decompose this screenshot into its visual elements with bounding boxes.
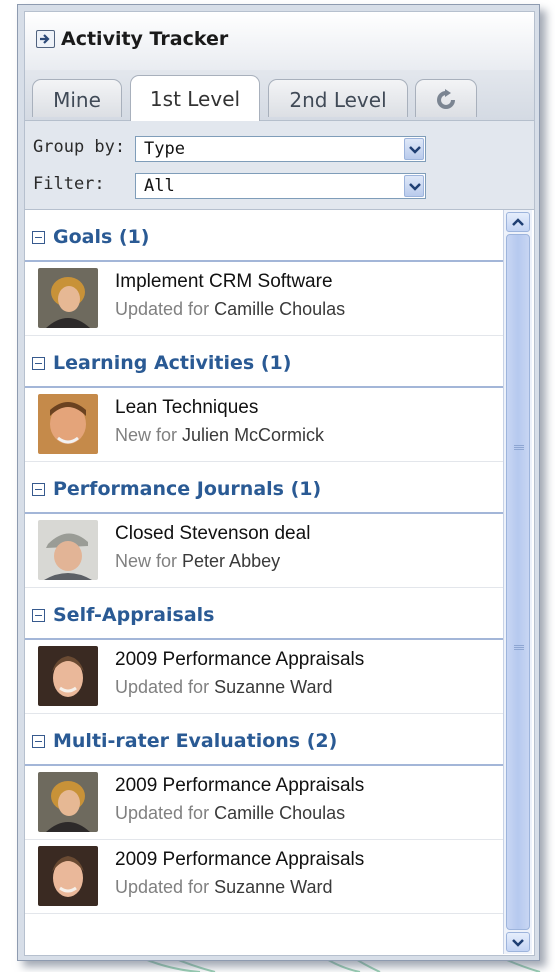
- grip-icon: [514, 445, 524, 454]
- item-subtitle: Updated for Camille Choulas: [115, 299, 346, 319]
- vertical-scrollbar[interactable]: [503, 210, 532, 954]
- item-title: Closed Stevenson deal: [115, 523, 311, 544]
- tab-bar: Mine 1st Level 2nd Level: [25, 70, 534, 121]
- collapse-icon[interactable]: [32, 357, 45, 370]
- group-by-select[interactable]: Type: [135, 136, 426, 162]
- activity-tracker-panel: Activity Tracker Mine 1st Level 2nd Leve…: [24, 11, 535, 956]
- filter-select[interactable]: All: [135, 173, 426, 199]
- list-item[interactable]: Lean Techniques New for Julien McCormick: [25, 388, 503, 462]
- item-title: Implement CRM Software: [115, 271, 333, 292]
- tab-1st-level[interactable]: 1st Level: [130, 75, 260, 121]
- panel-header: Activity Tracker: [25, 12, 534, 71]
- tab-mine[interactable]: Mine: [32, 79, 122, 117]
- group-title: Multi-rater Evaluations (2): [53, 730, 338, 752]
- avatar: [38, 394, 98, 454]
- scroll-up-button[interactable]: [506, 212, 530, 232]
- scroll-down-button[interactable]: [506, 932, 530, 952]
- list-item[interactable]: 2009 Performance Appraisals Updated for …: [25, 640, 503, 714]
- group-by-value: Type: [144, 139, 185, 159]
- group-header-performance-journals[interactable]: Performance Journals (1): [25, 462, 503, 514]
- group-title: Learning Activities (1): [53, 352, 292, 374]
- item-subtitle: Updated for Camille Choulas: [115, 803, 346, 823]
- avatar: [38, 268, 98, 328]
- list-item[interactable]: Implement CRM Software Updated for Camil…: [25, 262, 503, 336]
- list-item[interactable]: Closed Stevenson deal New for Peter Abbe…: [25, 514, 503, 588]
- item-subtitle: Updated for Suzanne Ward: [115, 677, 333, 697]
- collapse-icon[interactable]: [32, 735, 45, 748]
- list-item[interactable]: 2009 Performance Appraisals Updated for …: [25, 766, 503, 840]
- collapse-icon[interactable]: [32, 231, 45, 244]
- group-header-goals[interactable]: Goals (1): [25, 210, 503, 262]
- group-title: Performance Journals (1): [53, 478, 322, 500]
- group-header-learning-activities[interactable]: Learning Activities (1): [25, 336, 503, 388]
- item-title: Lean Techniques: [115, 397, 259, 418]
- filter-label: Filter:: [33, 174, 105, 194]
- avatar: [38, 646, 98, 706]
- group-title: Goals (1): [53, 226, 150, 248]
- avatar: [38, 846, 98, 906]
- chevron-down-icon: [512, 939, 524, 947]
- grip-icon: [514, 645, 524, 654]
- activity-tracker-window: Activity Tracker Mine 1st Level 2nd Leve…: [17, 4, 540, 961]
- tab-refresh[interactable]: [415, 79, 477, 117]
- group-header-multi-rater-evaluations[interactable]: Multi-rater Evaluations (2): [25, 714, 503, 766]
- avatar: [38, 772, 98, 832]
- activity-list: Goals (1) Implement CRM Software Updated…: [25, 210, 503, 955]
- group-title: Self-Appraisals: [53, 604, 215, 626]
- avatar: [38, 520, 98, 580]
- chevron-down-icon[interactable]: [404, 175, 424, 197]
- panel-title: Activity Tracker: [61, 28, 229, 50]
- tab-2nd-level[interactable]: 2nd Level: [268, 79, 408, 117]
- filter-controls: Group by: Type Filter: All: [25, 121, 534, 210]
- list-item[interactable]: 2009 Performance Appraisals Updated for …: [25, 840, 503, 914]
- item-title: 2009 Performance Appraisals: [115, 775, 365, 796]
- item-title: 2009 Performance Appraisals: [115, 649, 365, 670]
- item-subtitle: Updated for Suzanne Ward: [115, 877, 333, 897]
- filter-value: All: [144, 176, 175, 196]
- item-subtitle: New for Julien McCormick: [115, 425, 325, 445]
- chevron-up-icon: [512, 218, 524, 226]
- collapse-icon[interactable]: [32, 609, 45, 622]
- chevron-down-icon[interactable]: [404, 138, 424, 160]
- group-header-self-appraisals[interactable]: Self-Appraisals: [25, 588, 503, 640]
- item-title: 2009 Performance Appraisals: [115, 849, 365, 870]
- collapse-icon[interactable]: [32, 483, 45, 496]
- export-arrow-icon[interactable]: [36, 30, 55, 48]
- group-by-label: Group by:: [33, 137, 126, 157]
- item-subtitle: New for Peter Abbey: [115, 551, 281, 571]
- scroll-thumb[interactable]: [506, 234, 530, 930]
- refresh-icon: [437, 89, 455, 109]
